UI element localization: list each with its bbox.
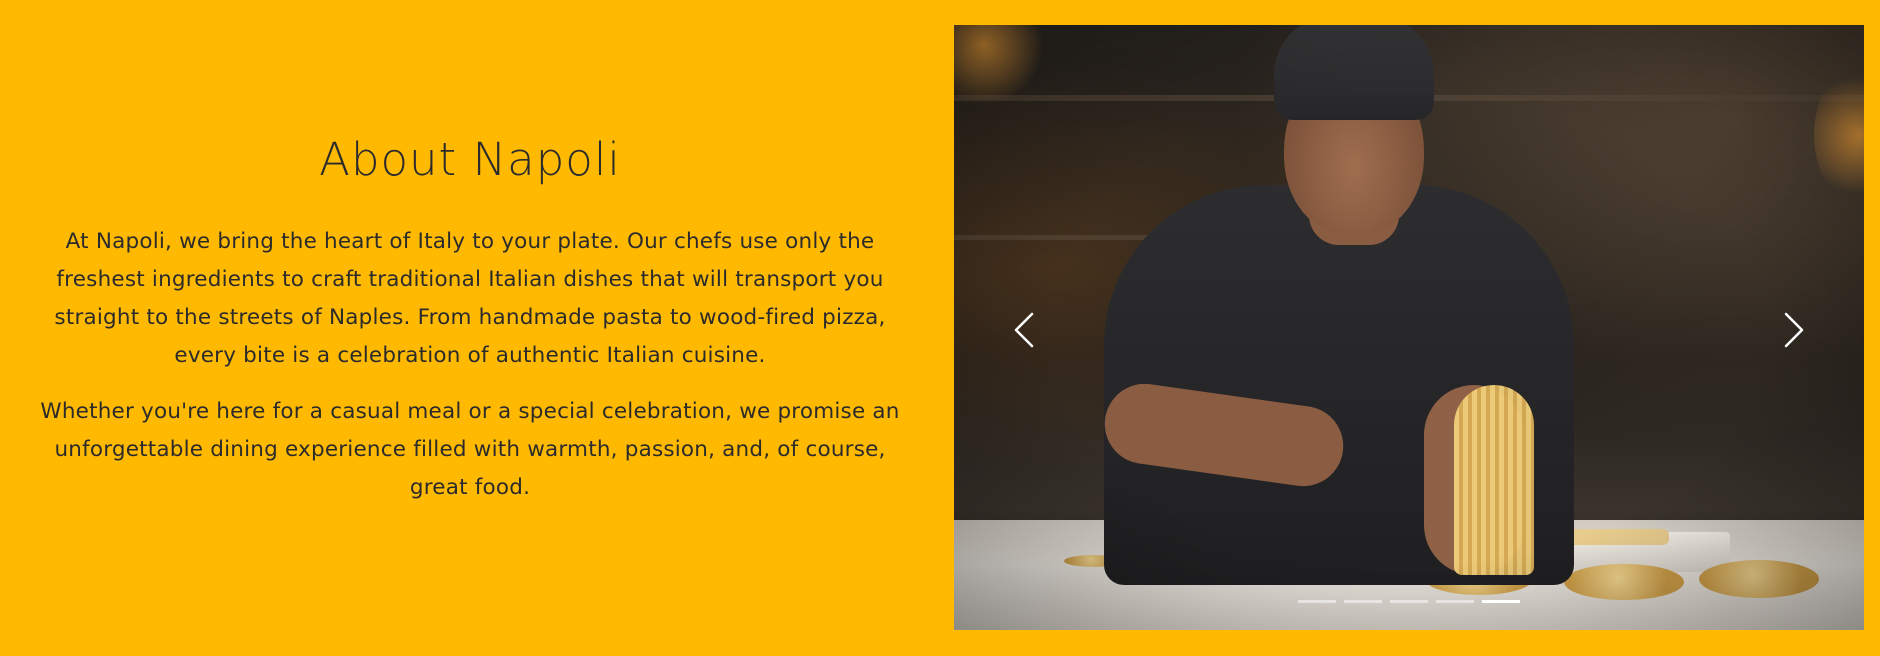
chevron-right-icon (1784, 312, 1804, 348)
about-paragraph-1: At Napoli, we bring the heart of Italy t… (54, 229, 886, 368)
photo-vignette (954, 25, 1864, 630)
carousel-indicator-5[interactable] (1482, 600, 1520, 603)
about-section: About Napoli At Napoli, we bring the hea… (0, 0, 1880, 656)
carousel-indicator-4[interactable] (1436, 600, 1474, 603)
carousel-indicator-2[interactable] (1344, 600, 1382, 603)
about-paragraph-2: Whether you're here for a casual meal or… (40, 399, 900, 500)
carousel-next-button[interactable] (1774, 305, 1814, 355)
carousel-indicator-3[interactable] (1390, 600, 1428, 603)
carousel-indicator-1[interactable] (1298, 600, 1336, 603)
chevron-left-icon (1014, 312, 1034, 348)
about-text-column: About Napoli At Napoli, we bring the hea… (20, 0, 920, 656)
image-carousel[interactable] (954, 25, 1864, 630)
carousel-prev-button[interactable] (1004, 305, 1044, 355)
carousel-indicators (954, 600, 1864, 603)
about-title: About Napoli (319, 133, 621, 186)
